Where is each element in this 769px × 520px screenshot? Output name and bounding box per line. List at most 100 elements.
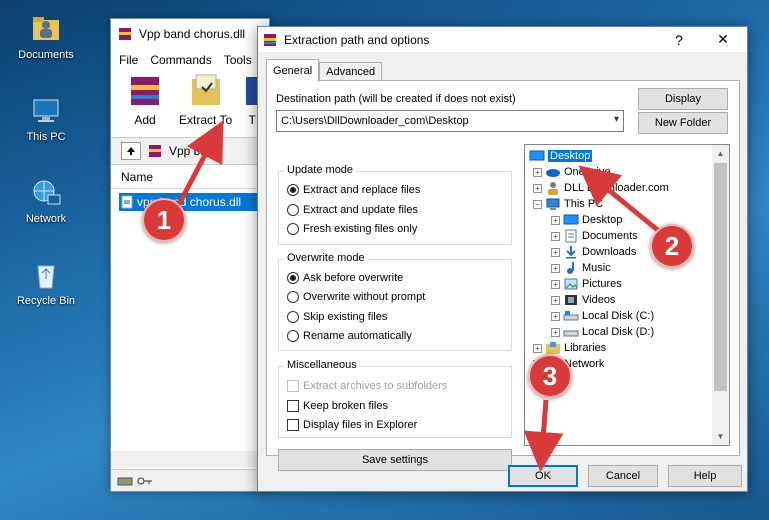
tree-item-this-pc[interactable]: − This PC <box>533 196 603 212</box>
desktop-icon-recycle-bin[interactable]: Recycle Bin <box>8 258 84 307</box>
check-display-in-explorer[interactable]: Display files in Explorer <box>287 419 417 431</box>
scroll-down-icon[interactable]: ▼ <box>712 428 729 445</box>
folder-tree[interactable]: Desktop + OneDrive + DLL Downloader.com … <box>524 144 730 446</box>
update-mode-title: Update mode <box>284 164 357 176</box>
radio-indicator[interactable] <box>287 330 299 342</box>
tree-item-label: Desktop <box>548 150 593 162</box>
radio-skip-existing[interactable]: Skip existing files <box>287 311 387 323</box>
tree-item-downloads[interactable]: + Downloads <box>551 244 636 260</box>
documents-folder-icon <box>33 17 59 40</box>
expand-icon[interactable]: + <box>533 343 542 353</box>
horizontal-scrollbar[interactable] <box>111 451 269 467</box>
scrollbar-thumb[interactable] <box>714 163 727 391</box>
tree-item-music[interactable]: + Music <box>551 260 611 276</box>
expand-icon[interactable]: + <box>551 215 560 225</box>
tree-item-label: Music <box>582 262 611 274</box>
desktop-icon-documents[interactable]: Documents <box>8 12 84 61</box>
expand-icon[interactable]: + <box>551 311 560 321</box>
expand-icon[interactable]: + <box>533 167 542 177</box>
menu-commands[interactable]: Commands <box>150 53 211 67</box>
menu-file[interactable]: File <box>119 53 138 67</box>
expand-icon[interactable]: + <box>551 247 560 257</box>
miscellaneous-title: Miscellaneous <box>284 359 360 371</box>
tree-item-label: Libraries <box>564 342 607 354</box>
up-folder-button[interactable] <box>121 142 141 160</box>
network-icon <box>33 180 61 205</box>
destination-path-combo[interactable]: C:\Users\DllDownloader_com\Desktop ▾ <box>276 110 624 132</box>
tree-item-videos[interactable]: + Videos <box>551 292 615 308</box>
tree-scrollbar[interactable]: ▲ ▼ <box>712 145 729 445</box>
radio-ask-before-overwrite[interactable]: Ask before overwrite <box>287 272 403 284</box>
radio-overwrite-without-prompt[interactable]: Overwrite without prompt <box>287 291 425 303</box>
overwrite-mode-title: Overwrite mode <box>284 252 368 264</box>
save-settings-button[interactable]: Save settings <box>278 449 512 471</box>
tree-item-label: Documents <box>582 230 638 242</box>
desktop-icon-label: Documents <box>18 49 74 61</box>
tree-item-user[interactable]: + DLL Downloader.com <box>533 180 669 196</box>
radio-indicator[interactable] <box>287 272 299 284</box>
radio-extract-update[interactable]: Extract and update files <box>287 204 418 216</box>
tab-advanced[interactable]: Advanced <box>319 62 383 81</box>
menu-tools[interactable]: Tools <box>224 53 252 67</box>
expand-icon[interactable]: + <box>551 279 560 289</box>
column-header-name[interactable]: Name <box>111 165 269 189</box>
destination-path-value: C:\Users\DllDownloader_com\Desktop <box>281 115 469 127</box>
recycle-bin-icon <box>37 265 55 289</box>
extract-to-button[interactable]: Extract To <box>179 73 232 127</box>
tree-item-documents[interactable]: + Documents <box>551 228 638 244</box>
radio-indicator[interactable] <box>287 311 299 323</box>
ok-button[interactable]: OK <box>508 465 578 487</box>
dialog-titlebar: Extraction path and options ? ✕ <box>258 27 747 52</box>
drive-icon <box>117 477 133 485</box>
winrar-menubar: File Commands Tools <box>111 49 269 71</box>
add-button[interactable]: Add <box>125 73 165 127</box>
help-button[interactable]: Help <box>668 465 742 487</box>
callout-3: 3 <box>528 354 572 398</box>
desktop-icon-network[interactable]: Network <box>8 176 84 225</box>
radio-indicator[interactable] <box>287 291 299 303</box>
computer-icon <box>33 99 59 122</box>
winrar-toolbar: Add Extract To T <box>111 71 269 131</box>
desktop-icon-this-pc[interactable]: This PC <box>8 94 84 143</box>
display-button[interactable]: Display <box>638 88 728 110</box>
option-label: Extract and replace files <box>303 184 421 196</box>
radio-fresh-existing[interactable]: Fresh existing files only <box>287 223 417 235</box>
new-folder-button[interactable]: New Folder <box>638 112 728 134</box>
radio-indicator[interactable] <box>287 223 299 235</box>
desktop-icon-label: Network <box>25 213 67 225</box>
checkbox-indicator[interactable] <box>287 400 299 412</box>
close-button[interactable]: ✕ <box>703 27 743 52</box>
radio-indicator[interactable] <box>287 204 299 216</box>
expand-icon[interactable]: + <box>551 327 560 337</box>
tree-item-pictures[interactable]: + Pictures <box>551 276 622 292</box>
callout-2: 2 <box>650 224 694 268</box>
help-question-button[interactable]: ? <box>659 27 699 52</box>
expand-icon[interactable]: + <box>551 263 560 273</box>
miscellaneous-group: Miscellaneous Extract archives to subfol… <box>278 359 512 438</box>
radio-rename-automatically[interactable]: Rename automatically <box>287 330 412 342</box>
expand-icon[interactable]: + <box>551 231 560 241</box>
file-row[interactable]: vpp band chorus.dll <box>119 193 269 211</box>
radio-extract-replace[interactable]: Extract and replace files <box>287 184 420 196</box>
tree-item-local-disk-c[interactable]: + Local Disk (C:) <box>551 308 654 324</box>
option-label: Extract and update files <box>303 204 418 216</box>
extract-to-label: Extract To <box>179 113 233 127</box>
tree-item-desktop-root[interactable]: Desktop <box>529 148 593 164</box>
collapse-icon[interactable]: − <box>533 199 542 209</box>
check-extract-to-subfolders: Extract archives to subfolders <box>287 380 447 392</box>
winrar-dialog-icon <box>264 33 276 46</box>
scroll-up-icon[interactable]: ▲ <box>712 145 729 162</box>
tree-item-onedrive[interactable]: + OneDrive <box>533 164 610 180</box>
option-label: Overwrite without prompt <box>303 291 426 303</box>
expand-icon[interactable]: + <box>551 295 560 305</box>
cancel-button[interactable]: Cancel <box>588 465 658 487</box>
chevron-down-icon[interactable]: ▾ <box>614 114 619 125</box>
radio-indicator[interactable] <box>287 184 299 196</box>
tree-item-local-disk-d[interactable]: + Local Disk (D:) <box>551 324 654 340</box>
cloud-icon <box>546 169 560 177</box>
check-keep-broken-files[interactable]: Keep broken files <box>287 400 388 412</box>
tab-general[interactable]: General <box>266 59 320 82</box>
checkbox-indicator[interactable] <box>287 419 299 431</box>
tree-item-desktop[interactable]: + Desktop <box>551 212 622 228</box>
expand-icon[interactable]: + <box>533 183 542 193</box>
